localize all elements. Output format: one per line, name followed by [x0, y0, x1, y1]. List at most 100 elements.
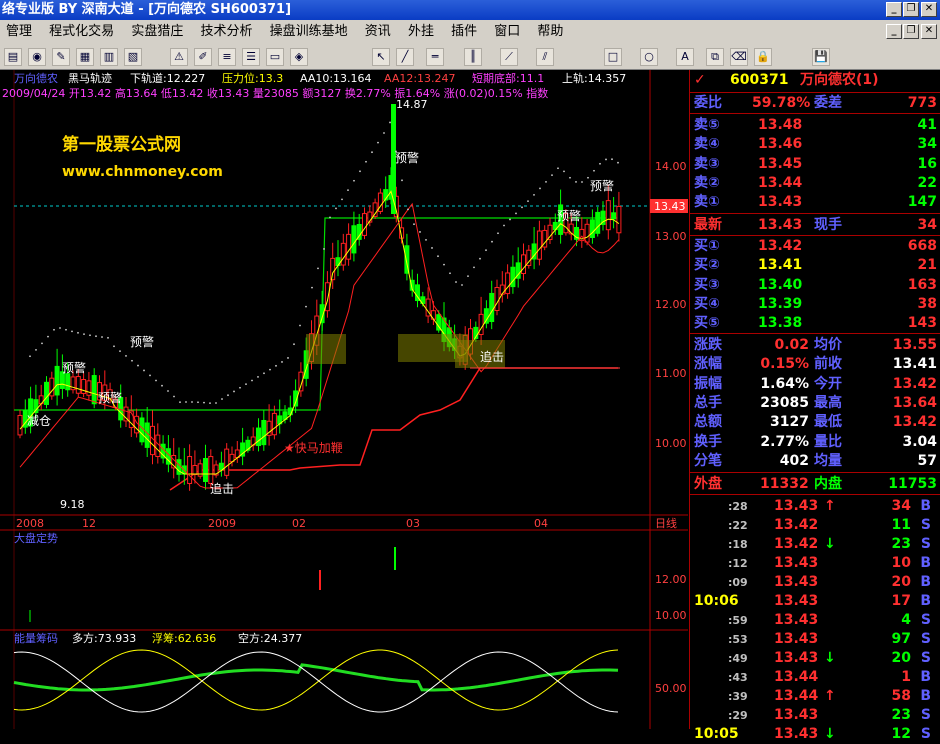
tick-side: B	[920, 555, 931, 571]
menu-window[interactable]: 窗口	[494, 24, 520, 39]
indicator-type: 黑马轨迹	[68, 71, 112, 85]
sep-latest	[690, 235, 940, 236]
rect-icon[interactable]: □	[604, 48, 622, 66]
sep-header	[690, 92, 940, 93]
candle-body	[65, 373, 71, 391]
chart-canvas[interactable]: 万向德农 黑马轨迹 下轨道:12.227 压力位:13.3 AA10:13.16…	[0, 70, 688, 729]
child-maximize-button[interactable]: ❐	[903, 24, 919, 39]
menu-help[interactable]: 帮助	[537, 24, 563, 39]
menu-addons[interactable]: 插件	[451, 24, 477, 39]
sell-price: 13.43	[758, 194, 803, 211]
tick-volume: 1	[901, 669, 911, 685]
cursor-icon[interactable]: ↖	[372, 48, 390, 66]
rail-dot	[353, 179, 355, 182]
child-minimize-button[interactable]: _	[886, 24, 902, 39]
tick-price: 13.44	[774, 688, 819, 704]
reduce-signal: 减仓	[27, 414, 51, 428]
rail-dot	[275, 364, 277, 367]
stat-row-1: 涨幅 0.15% 前收 13.41	[690, 355, 940, 374]
stat-value: 402	[779, 452, 809, 469]
rail-dot	[311, 286, 313, 289]
tick-side: S	[920, 707, 931, 723]
ellipse-icon[interactable]: ○	[640, 48, 658, 66]
window-icon[interactable]: ▭	[266, 48, 284, 66]
lock-icon[interactable]: 🔒	[754, 48, 772, 66]
sell-price: 13.48	[758, 117, 803, 133]
erase-icon[interactable]: ⌫	[730, 48, 748, 66]
check-icon: ✓	[694, 72, 706, 88]
menu-training[interactable]: 操盘训练基地	[270, 24, 348, 39]
text-icon[interactable]: A	[676, 48, 694, 66]
tick-volume: 20	[891, 574, 911, 590]
quote-header: ✓ 600371 万向德农(1)	[690, 71, 940, 91]
close-button[interactable]: ✕	[921, 2, 937, 17]
buy-volume: 21	[917, 257, 937, 274]
rail-dot	[491, 240, 493, 243]
watermark-title: 第一股票公式网	[62, 134, 181, 155]
rail-dot	[377, 141, 379, 144]
copy-icon[interactable]: ⧉	[706, 48, 724, 66]
menu-manage[interactable]: 管理	[6, 24, 32, 39]
rail-dot	[77, 331, 79, 334]
upper-rail: 上轨:14.357	[562, 71, 626, 85]
line-tool-icon[interactable]: ╱	[396, 48, 414, 66]
tick-row: :39 13.44 ↑ 58 B	[690, 687, 940, 706]
pencil-icon[interactable]: ✐	[194, 48, 212, 66]
camera-icon[interactable]: ◉	[28, 48, 46, 66]
minimize-button[interactable]: _	[886, 2, 902, 17]
rail-dot	[593, 169, 595, 172]
buy-label: 买⑤	[694, 315, 720, 332]
quote-panel: ✓ 600371 万向德农(1) 委比 59.78% 委差 773 卖⑤ 13.48 41 卖…	[689, 70, 940, 742]
signal-icon[interactable]: ◈	[290, 48, 308, 66]
list-icon[interactable]: ☰	[242, 48, 260, 66]
lines-icon[interactable]: ≡	[218, 48, 236, 66]
tick-time: :18	[728, 538, 748, 551]
table-icon[interactable]: ▥	[100, 48, 118, 66]
date-label-2: 2009	[208, 517, 236, 530]
hline-icon[interactable]: ═	[426, 48, 444, 66]
folder-icon[interactable]: ▤	[4, 48, 22, 66]
chart-area[interactable]: 万向德农 黑马轨迹 下轨道:12.227 压力位:13.3 AA10:13.16…	[0, 70, 688, 729]
price-label-12: 12.00	[655, 298, 687, 311]
tick-arrow: ↓	[824, 536, 836, 552]
grid-icon[interactable]: ▦	[76, 48, 94, 66]
save-icon[interactable]: 💾	[812, 48, 830, 66]
stock-code: 600371	[730, 72, 789, 88]
sell-label: 卖⑤	[694, 117, 720, 133]
rail-dot	[233, 390, 235, 393]
stat-value-2: 13.41	[892, 356, 937, 373]
warn-6: 预警	[98, 390, 122, 405]
rail-dot	[557, 167, 559, 170]
menu-program-trading[interactable]: 程式化交易	[49, 24, 114, 39]
tick-row: :29 13.43 23 S	[690, 706, 940, 725]
pen-icon[interactable]: ✎	[52, 48, 70, 66]
menu-tech-analysis[interactable]: 技术分析	[200, 24, 252, 39]
maximize-button[interactable]: ❐	[903, 2, 919, 17]
alarm-icon[interactable]: ⚠	[170, 48, 188, 66]
vline-icon[interactable]: ║	[464, 48, 482, 66]
date-label-1: 12	[82, 517, 96, 530]
buy-price: 13.40	[758, 276, 803, 293]
rail-dot	[533, 193, 535, 196]
tick-price: 13.43	[774, 612, 819, 628]
rail-dot	[269, 368, 271, 371]
zone-box-1	[306, 334, 346, 364]
child-close-button[interactable]: ✕	[921, 24, 937, 39]
candle-body	[595, 211, 601, 234]
rail-dot	[305, 305, 307, 308]
menu-plugin-ext[interactable]: 外挂	[408, 24, 434, 39]
period-label[interactable]: 日线	[655, 516, 677, 530]
menu-info[interactable]: 资讯	[365, 24, 391, 39]
energy-bull: 多方:73.933	[72, 631, 136, 645]
stat-value-2: 13.64	[892, 394, 937, 411]
stat-label: 分笔	[694, 452, 722, 469]
stat-label: 涨跌	[694, 337, 722, 353]
channel-icon[interactable]: ⫽	[536, 48, 554, 66]
tick-volume: 58	[891, 688, 911, 704]
rail-dot	[155, 379, 157, 382]
menu-hunt[interactable]: 实盘猎庄	[131, 24, 183, 39]
chart-icon[interactable]: ▧	[124, 48, 142, 66]
fan-icon[interactable]: ⟋	[500, 48, 518, 66]
aa12-value: AA12:13.247	[384, 72, 456, 85]
tick-volume: 23	[891, 707, 911, 723]
